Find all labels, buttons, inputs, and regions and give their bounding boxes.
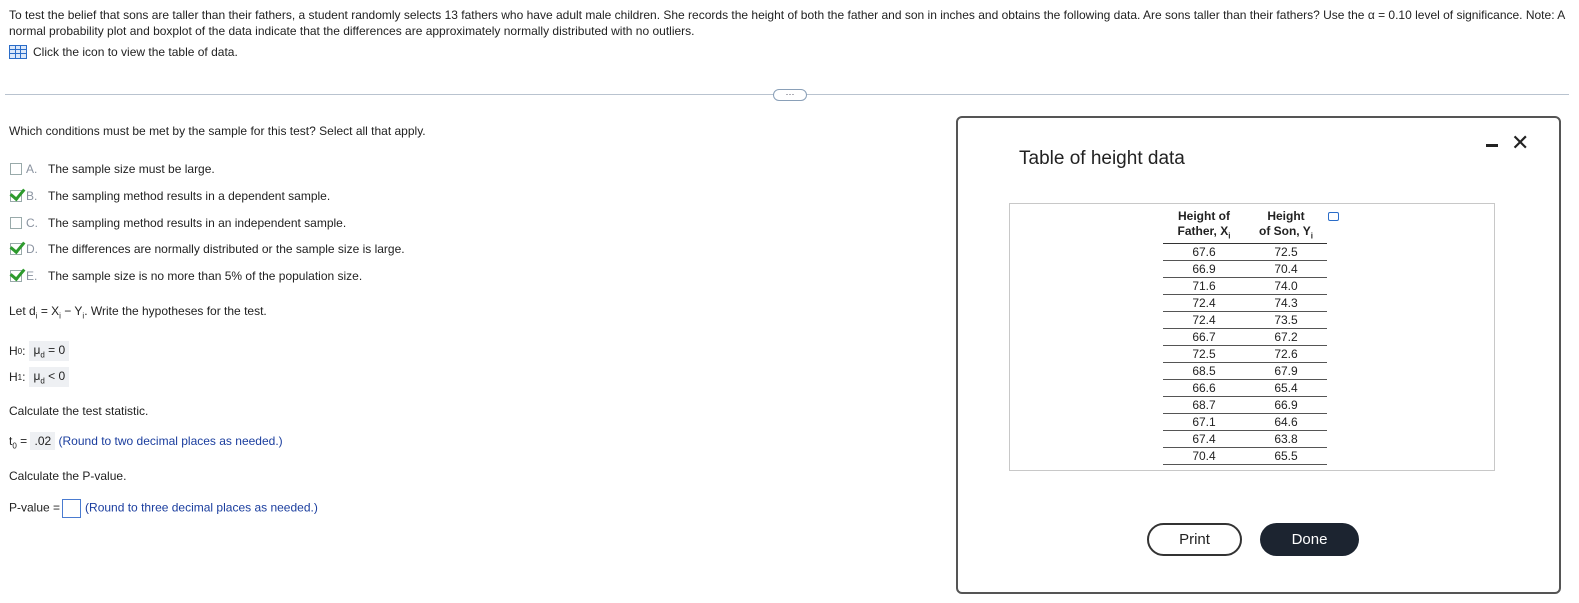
alternative-hypothesis: H1: μd < 0 <box>9 367 70 388</box>
son-height-cell: 70.4 <box>1245 260 1327 279</box>
pvalue-hint: (Round to three decimal places as needed… <box>85 500 318 515</box>
alt-hypothesis-answer[interactable]: μd < 0 <box>29 367 70 388</box>
son-height-cell: 65.4 <box>1245 379 1327 398</box>
print-button[interactable]: Print <box>1147 523 1242 556</box>
table-row: 72.4 73.5 <box>1163 311 1327 330</box>
conditions-question: Which conditions must be met by the samp… <box>9 124 426 138</box>
father-height-cell: 70.4 <box>1163 447 1245 466</box>
table-row: 66.6 65.4 <box>1163 379 1327 398</box>
option-letter: E. <box>26 269 38 283</box>
null-hypothesis: H0: μd = 0 <box>9 341 70 362</box>
father-height-cell: 66.9 <box>1163 260 1245 279</box>
son-height-cell: 64.6 <box>1245 413 1327 432</box>
close-icon[interactable]: ✕ <box>1511 132 1529 154</box>
pvalue-row: P-value = (Round to three decimal places … <box>9 499 318 518</box>
table-grid-icon[interactable] <box>9 45 27 59</box>
option-d[interactable]: D. The differences are normally distribut… <box>10 242 405 256</box>
father-height-cell: 72.4 <box>1163 294 1245 313</box>
option-letter: D. <box>26 242 38 256</box>
view-table-text: Click the icon to view the table of data… <box>33 45 238 59</box>
hypotheses-intro: Let di = Xi − Yi. Write the hypotheses f… <box>9 304 267 321</box>
option-b[interactable]: B. The sampling method results in a depen… <box>10 189 330 203</box>
table-row: 66.9 70.4 <box>1163 260 1327 279</box>
son-height-cell: 63.8 <box>1245 430 1327 449</box>
table-row: 72.4 74.3 <box>1163 294 1327 313</box>
table-row: 68.5 67.9 <box>1163 362 1327 381</box>
expand-handle[interactable]: ⋯ <box>773 89 807 101</box>
father-height-cell: 72.4 <box>1163 311 1245 330</box>
table-row: 68.7 66.9 <box>1163 396 1327 415</box>
option-letter: C. <box>26 216 38 230</box>
checkbox[interactable] <box>10 190 22 202</box>
null-hypothesis-answer[interactable]: μd = 0 <box>29 341 70 362</box>
option-text: The sampling method results in an indepe… <box>48 216 347 230</box>
father-height-cell: 66.7 <box>1163 328 1245 347</box>
minimize-icon[interactable] <box>1486 144 1498 147</box>
father-height-cell: 71.6 <box>1163 277 1245 296</box>
done-button[interactable]: Done <box>1260 523 1359 556</box>
option-text: The differences are normally distributed… <box>48 242 405 256</box>
dialog-title: Table of height data <box>1019 148 1185 169</box>
son-height-cell: 67.2 <box>1245 328 1327 347</box>
option-e[interactable]: E. The sample size is no more than 5% of … <box>10 269 362 283</box>
table-row: 66.7 67.2 <box>1163 328 1327 347</box>
son-height-cell: 66.9 <box>1245 396 1327 415</box>
son-height-cell: 67.9 <box>1245 362 1327 381</box>
test-stat-answer[interactable]: .02 <box>30 432 56 450</box>
son-height-cell: 74.0 <box>1245 277 1327 296</box>
father-height-cell: 66.6 <box>1163 379 1245 398</box>
problem-statement: To test the belief that sons are taller … <box>9 8 1565 38</box>
father-height-cell: 67.1 <box>1163 413 1245 432</box>
table-row: 67.6 72.5 <box>1163 243 1327 262</box>
option-c[interactable]: C. The sampling method results in an inde… <box>10 216 346 230</box>
father-height-cell: 68.5 <box>1163 362 1245 381</box>
father-height-cell: 68.7 <box>1163 396 1245 415</box>
col-header-father: Height of Father, Xi <box>1163 209 1245 245</box>
test-stat-row: t0 = .02 (Round to two decimal places as… <box>9 432 283 451</box>
son-height-cell: 72.6 <box>1245 345 1327 364</box>
table-row: 70.4 65.5 <box>1163 447 1327 466</box>
height-data-dialog: Table of height data ✕ Height of Father, … <box>956 116 1561 594</box>
option-letter: A. <box>26 162 38 176</box>
option-a[interactable]: A. The sample size must be large. <box>10 162 215 176</box>
pvalue-input[interactable] <box>62 499 82 518</box>
col-header-son: Height of Son, Yi <box>1245 209 1327 245</box>
pvalue-prompt: Calculate the P-value. <box>9 469 127 483</box>
view-table-link[interactable]: Click the icon to view the table of data… <box>9 45 238 59</box>
son-height-cell: 74.3 <box>1245 294 1327 313</box>
table-row: 72.5 72.6 <box>1163 345 1327 364</box>
father-height-cell: 67.4 <box>1163 430 1245 449</box>
option-text: The sample size must be large. <box>48 162 215 176</box>
table-row: 67.4 63.8 <box>1163 430 1327 449</box>
checkbox[interactable] <box>10 217 22 229</box>
son-height-cell: 73.5 <box>1245 311 1327 330</box>
option-text: The sample size is no more than 5% of th… <box>48 269 363 283</box>
son-height-cell: 72.5 <box>1245 243 1327 262</box>
checkbox[interactable] <box>10 243 22 255</box>
son-height-cell: 65.5 <box>1245 447 1327 466</box>
table-row: 67.1 64.6 <box>1163 413 1327 432</box>
test-stat-prompt: Calculate the test statistic. <box>9 404 149 418</box>
option-text: The sampling method results in a depende… <box>48 189 331 203</box>
height-data-table: Height of Father, Xi Height of Son, Yi 67.… <box>1163 209 1327 466</box>
checkbox[interactable] <box>10 270 22 282</box>
checkbox[interactable] <box>10 163 22 175</box>
option-letter: B. <box>26 189 38 203</box>
table-row: 71.6 74.0 <box>1163 277 1327 296</box>
table-frame: Height of Father, Xi Height of Son, Yi 67.… <box>1009 203 1495 471</box>
father-height-cell: 72.5 <box>1163 345 1245 364</box>
copy-icon[interactable] <box>1328 212 1339 221</box>
father-height-cell: 67.6 <box>1163 243 1245 262</box>
test-stat-hint: (Round to two decimal places as needed.) <box>58 434 283 448</box>
